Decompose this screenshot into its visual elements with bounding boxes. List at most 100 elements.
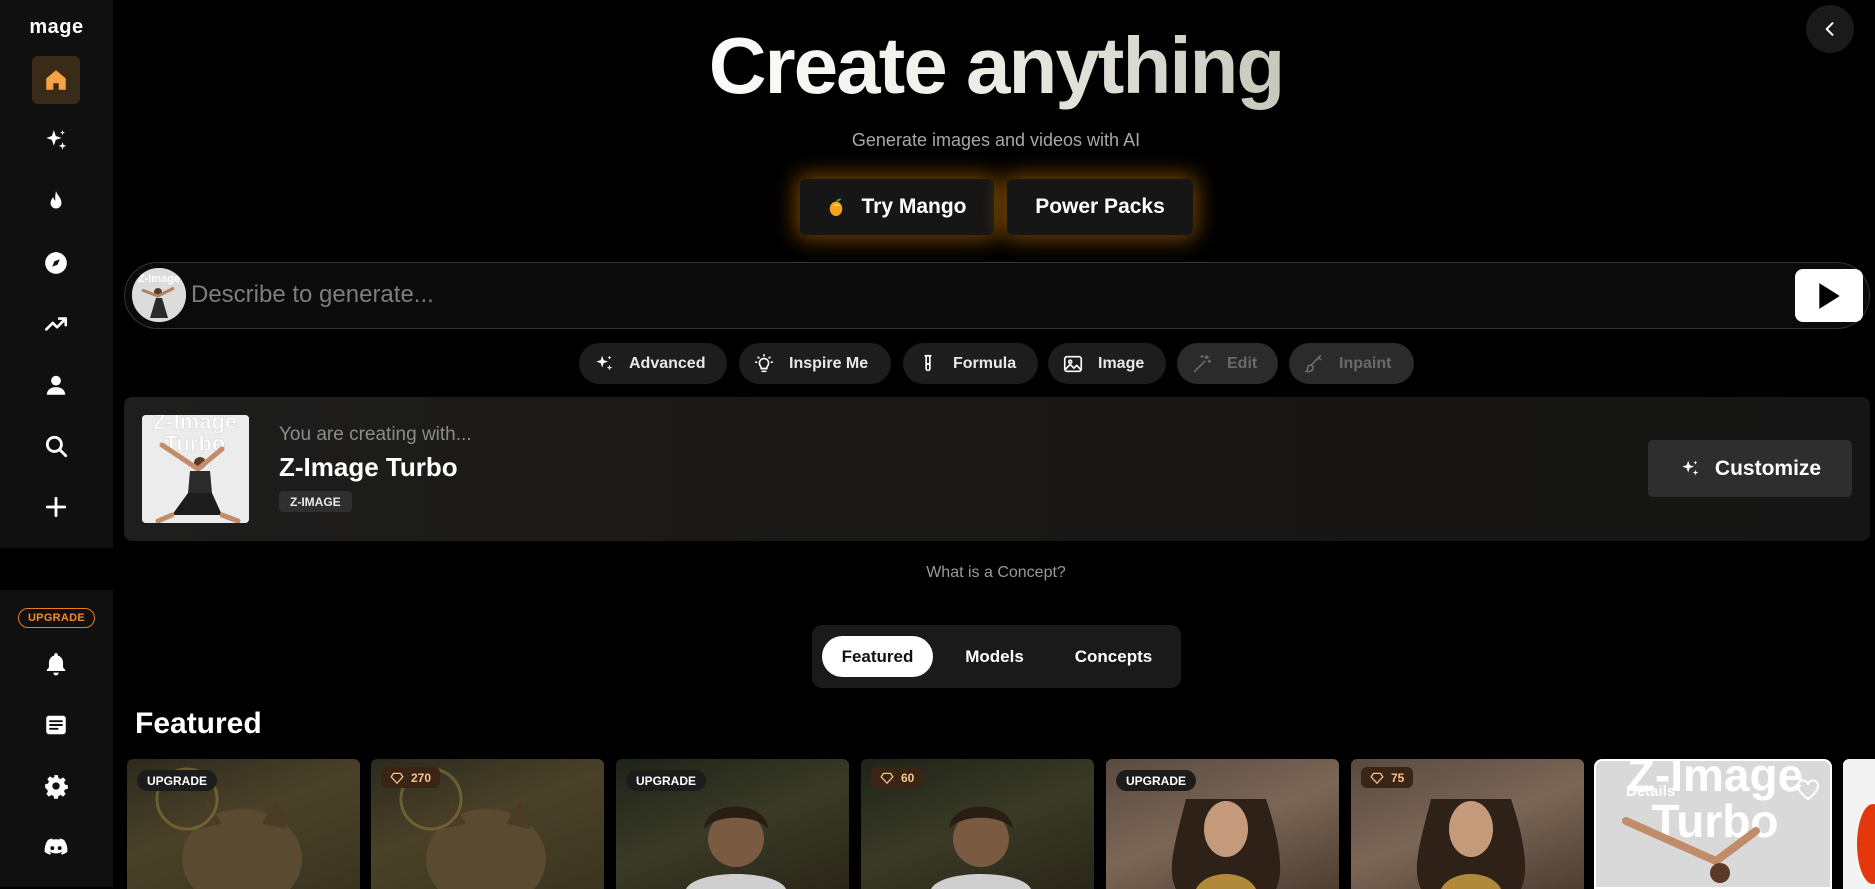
sparkles-icon xyxy=(46,130,67,150)
image-label: Image xyxy=(1098,354,1145,372)
inspire-me-label: Inspire Me xyxy=(789,354,869,372)
nav-notifications[interactable] xyxy=(32,640,80,688)
settings-icon xyxy=(45,775,68,799)
nav-docs[interactable] xyxy=(32,701,80,749)
formula-label: Formula xyxy=(953,354,1017,372)
brush-icon xyxy=(1304,354,1322,372)
gem-icon xyxy=(1370,772,1384,784)
featured-tile-6[interactable]: 75 xyxy=(1351,759,1584,889)
plus-icon xyxy=(45,496,67,518)
gem-icon xyxy=(390,772,404,784)
sparkles-icon xyxy=(1682,460,1699,475)
advanced-chip[interactable]: Advanced xyxy=(579,343,727,384)
partial-artwork xyxy=(1857,804,1875,884)
app-logo[interactable]: mage xyxy=(0,16,113,39)
search-icon xyxy=(45,435,68,458)
bell-icon xyxy=(46,653,66,676)
test-tube-icon xyxy=(924,354,932,371)
concept-kicker: You are creating with... xyxy=(279,424,472,445)
customize-button[interactable]: Customize xyxy=(1648,440,1852,497)
document-icon xyxy=(46,715,66,735)
generate-button[interactable] xyxy=(1795,269,1863,322)
hero-title: Create anything xyxy=(596,20,1396,112)
tab-concepts[interactable]: Concepts xyxy=(1058,636,1169,677)
svg-text:Z-Image: Z-Image xyxy=(138,273,180,285)
formula-chip[interactable]: Formula xyxy=(903,343,1038,384)
what-is-concept-link[interactable]: What is a Concept? xyxy=(896,564,1096,582)
featured-tile-7-selected[interactable]: Z-Image Turbo Details xyxy=(1594,759,1832,889)
tile-price-badge: 75 xyxy=(1361,767,1414,788)
tile-price: 60 xyxy=(901,770,915,785)
inspire-me-chip[interactable]: Inspire Me xyxy=(739,343,891,384)
try-mango-button[interactable]: Try Mango xyxy=(800,179,994,235)
inpaint-chip[interactable]: Inpaint xyxy=(1289,343,1414,384)
trending-up-icon xyxy=(44,317,68,331)
edit-label: Edit xyxy=(1227,354,1258,372)
featured-tile-5[interactable]: UPGRADE xyxy=(1106,759,1339,889)
nav-home[interactable] xyxy=(32,56,80,104)
nav-new[interactable] xyxy=(32,483,80,531)
tile-upgrade-badge: UPGRADE xyxy=(626,770,707,791)
user-icon xyxy=(46,375,66,395)
try-mango-label: Try Mango xyxy=(861,195,967,218)
compass-icon xyxy=(45,252,67,274)
prompt-avatar-image: Z-Image xyxy=(132,268,186,322)
magic-wand-icon xyxy=(1193,354,1212,372)
tile-price: 75 xyxy=(1391,770,1405,785)
nav-settings[interactable] xyxy=(32,762,80,810)
customize-label: Customize xyxy=(1714,456,1822,480)
concept-thumbnail[interactable]: Z-Image Turbo xyxy=(142,415,249,523)
prompt-bar: Z-Image xyxy=(124,262,1870,329)
prompt-input[interactable] xyxy=(191,273,1691,317)
nav-trending[interactable] xyxy=(32,300,80,348)
tile-price: 270 xyxy=(411,770,432,785)
prompt-concept-avatar[interactable]: Z-Image xyxy=(132,268,186,322)
featured-tile-8-partial[interactable] xyxy=(1843,759,1875,889)
flame-icon xyxy=(50,191,62,209)
mango-icon xyxy=(830,198,843,216)
concept-name: Z-Image Turbo xyxy=(279,452,458,482)
advanced-label: Advanced xyxy=(629,354,706,372)
discord-icon xyxy=(44,838,68,855)
edit-chip[interactable]: Edit xyxy=(1177,343,1278,384)
sidebar-bottom xyxy=(0,590,113,887)
power-packs-label: Power Packs xyxy=(1035,195,1165,218)
hero-subtitle: Generate images and videos with AI xyxy=(851,130,1141,150)
featured-tile-1[interactable]: UPGRADE xyxy=(127,759,360,889)
gem-icon xyxy=(880,772,894,784)
image-chip[interactable]: Image xyxy=(1048,343,1166,384)
sparkles-icon xyxy=(596,355,613,370)
home-icon xyxy=(46,70,66,90)
nav-explore[interactable] xyxy=(32,239,80,287)
power-packs-button[interactable]: Power Packs xyxy=(1007,179,1193,235)
concept-thumbnail-image: Z-Image Turbo xyxy=(142,415,249,523)
concept-tag: Z-IMAGE xyxy=(279,491,352,512)
nav-hot[interactable] xyxy=(32,178,80,226)
nav-search[interactable] xyxy=(32,422,80,470)
tile-price-badge: 60 xyxy=(871,767,924,788)
tile-price-badge: 270 xyxy=(381,767,441,788)
tile-upgrade-badge: UPGRADE xyxy=(137,770,218,791)
sidebar-top: mage xyxy=(0,0,113,548)
featured-tile-3[interactable]: UPGRADE xyxy=(616,759,849,889)
heart-icon[interactable] xyxy=(1796,779,1820,801)
collapse-button[interactable] xyxy=(1806,5,1854,53)
tile-details-link[interactable]: Details xyxy=(1626,783,1675,800)
upgrade-badge[interactable]: UPGRADE xyxy=(18,608,95,628)
tab-models[interactable]: Models xyxy=(945,636,1044,677)
section-title: Featured xyxy=(135,707,262,740)
featured-tile-4[interactable]: 60 xyxy=(861,759,1094,889)
image-icon xyxy=(1063,355,1083,372)
tab-featured[interactable]: Featured xyxy=(822,636,933,677)
concept-card: Z-Image Turbo You are creating with... Z… xyxy=(124,397,1870,541)
nav-profile[interactable] xyxy=(32,361,80,409)
tile-upgrade-badge: UPGRADE xyxy=(1116,770,1197,791)
inpaint-label: Inpaint xyxy=(1339,354,1392,372)
lightbulb-icon xyxy=(754,353,774,372)
chevron-left-icon xyxy=(1825,22,1834,36)
nav-discord[interactable] xyxy=(32,823,80,871)
featured-tile-2[interactable]: 270 xyxy=(371,759,604,889)
content-tabs: Featured Models Concepts xyxy=(812,625,1181,688)
play-icon xyxy=(1819,282,1840,309)
nav-create[interactable] xyxy=(32,117,80,165)
